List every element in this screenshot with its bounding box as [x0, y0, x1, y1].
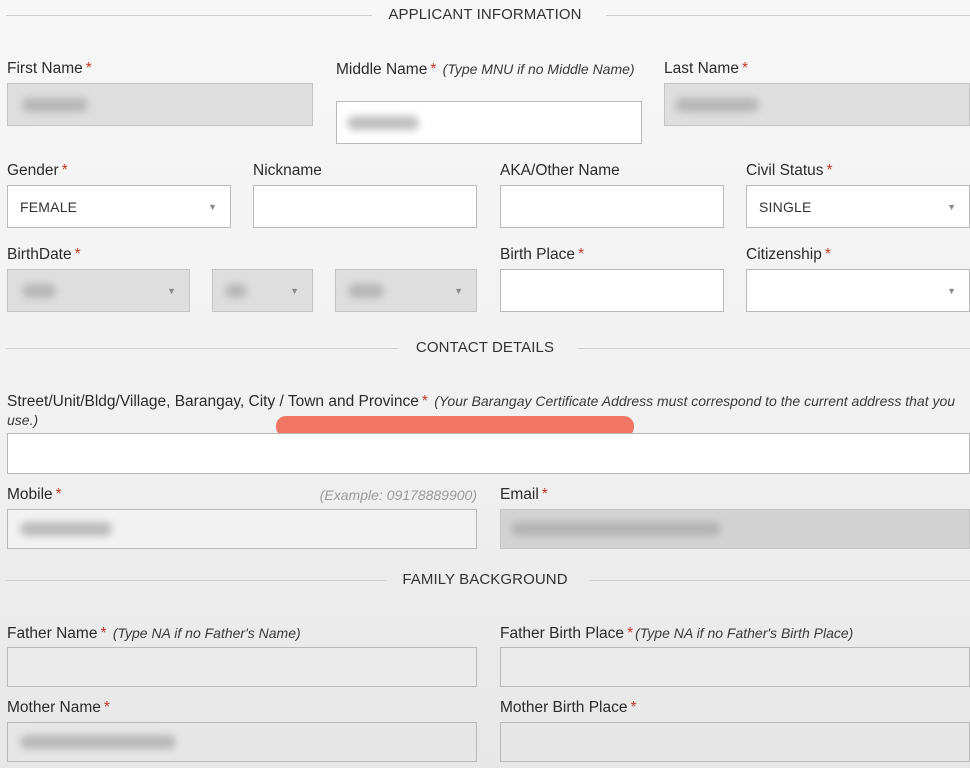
last-name-label-text: Last Name [664, 60, 739, 77]
divider [606, 15, 970, 16]
father-birth-place-field[interactable] [500, 647, 970, 687]
birth-month-select[interactable]: ▼ [7, 269, 190, 312]
caret-down-icon: ▼ [947, 201, 956, 212]
email-label: Email * [500, 486, 548, 504]
required-marker: * [541, 486, 548, 503]
redacted-value [511, 522, 721, 536]
father-birth-place-note: (Type NA if no Father's Birth Place) [635, 625, 854, 641]
aka-label: AKA/Other Name [500, 162, 620, 180]
father-birth-place-label: Father Birth Place * (Type NA if no Father… [500, 624, 853, 643]
required-marker: * [630, 699, 637, 716]
email-field[interactable] [500, 509, 970, 549]
nickname-label-text: Nickname [253, 162, 322, 179]
caret-down-icon: ▼ [167, 285, 176, 296]
nickname-label: Nickname [253, 162, 322, 180]
divider [590, 580, 970, 581]
mobile-label: Mobile * [7, 486, 62, 504]
caret-down-icon: ▼ [208, 201, 217, 212]
redacted-value [20, 522, 112, 536]
citizenship-select[interactable]: ▼ [746, 269, 970, 312]
mother-name-label: Mother Name * [7, 699, 110, 717]
gender-select[interactable]: FEMALE ▼ [7, 185, 231, 228]
civil-status-label-text: Civil Status [746, 162, 824, 179]
contact-details-heading: CONTACT DETAILS [0, 339, 970, 359]
redacted-value [22, 97, 88, 112]
mother-name-field[interactable] [7, 722, 477, 762]
birth-day-select[interactable]: ▼ [212, 269, 313, 312]
required-marker: * [741, 60, 748, 77]
civil-status-select[interactable]: SINGLE ▼ [746, 185, 970, 228]
mother-birth-place-field[interactable] [500, 722, 970, 762]
caret-down-icon: ▼ [947, 285, 956, 296]
required-marker: * [85, 60, 92, 77]
father-name-label-text: Father Name [7, 625, 98, 642]
father-name-note: (Type NA if no Father's Name) [112, 625, 301, 641]
required-marker: * [430, 61, 437, 78]
gender-selected-value: FEMALE [20, 198, 78, 215]
civil-status-selected-value: SINGLE [759, 198, 812, 215]
citizenship-label-text: Citizenship [746, 246, 822, 263]
divider [578, 348, 970, 349]
required-marker: * [55, 486, 62, 503]
redacted-value [225, 283, 247, 298]
father-name-field[interactable] [7, 647, 477, 687]
gender-label: Gender * [7, 162, 68, 180]
redacted-value [22, 283, 56, 298]
email-label-text: Email [500, 486, 539, 503]
middle-name-label-text: Middle Name [336, 61, 428, 78]
mother-birth-place-label: Mother Birth Place * [500, 699, 637, 717]
birth-place-label-text: Birth Place [500, 246, 575, 263]
mobile-label-text: Mobile [7, 486, 53, 503]
middle-name-field[interactable] [336, 101, 642, 144]
required-marker: * [577, 246, 584, 263]
father-birth-place-label-text: Father Birth Place [500, 625, 625, 642]
mobile-example-hint: (Example: 09178889900) [319, 487, 477, 503]
required-marker: * [421, 393, 428, 410]
last-name-field[interactable] [664, 83, 970, 126]
gender-label-text: Gender [7, 162, 59, 179]
required-marker: * [824, 246, 831, 263]
first-name-label: First Name * [7, 60, 92, 78]
required-marker: * [61, 162, 68, 179]
family-background-heading: FAMILY BACKGROUND [0, 571, 970, 591]
civil-status-label: Civil Status * [746, 162, 833, 180]
required-marker: * [627, 625, 634, 642]
address-label-text: Street/Unit/Bldg/Village, Barangay, City… [7, 393, 419, 410]
first-name-label-text: First Name [7, 60, 83, 77]
required-marker: * [103, 699, 110, 716]
birth-year-select[interactable]: ▼ [335, 269, 477, 312]
required-marker: * [100, 625, 107, 642]
caret-down-icon: ▼ [290, 285, 299, 296]
middle-name-label: Middle Name * (Type MNU if no Middle Name… [336, 60, 636, 79]
redacted-value [347, 115, 419, 130]
birth-place-label: Birth Place * [500, 246, 584, 264]
redacted-value [348, 283, 384, 298]
address-field[interactable] [7, 433, 970, 474]
applicant-form: APPLICANT INFORMATION First Name * Middle… [0, 0, 970, 768]
last-name-label: Last Name * [664, 60, 748, 78]
mobile-field[interactable] [7, 509, 477, 549]
redacted-value [20, 735, 176, 749]
citizenship-label: Citizenship * [746, 246, 831, 264]
required-marker: * [74, 246, 81, 263]
mother-birth-place-label-text: Mother Birth Place [500, 699, 628, 716]
aka-field[interactable] [500, 185, 724, 228]
applicant-information-heading: APPLICANT INFORMATION [0, 6, 970, 26]
birth-place-field[interactable] [500, 269, 724, 312]
required-marker: * [826, 162, 833, 179]
father-name-label: Father Name * (Type NA if no Father's Nam… [7, 624, 301, 643]
birthdate-label-text: BirthDate [7, 246, 72, 263]
birthdate-label: BirthDate * [7, 246, 81, 264]
caret-down-icon: ▼ [454, 285, 463, 296]
first-name-field[interactable] [7, 83, 313, 126]
middle-name-note: (Type MNU if no Middle Name) [442, 61, 635, 77]
redacted-value [675, 97, 759, 112]
mother-name-label-text: Mother Name [7, 699, 101, 716]
nickname-field[interactable] [253, 185, 477, 228]
aka-label-text: AKA/Other Name [500, 162, 620, 179]
